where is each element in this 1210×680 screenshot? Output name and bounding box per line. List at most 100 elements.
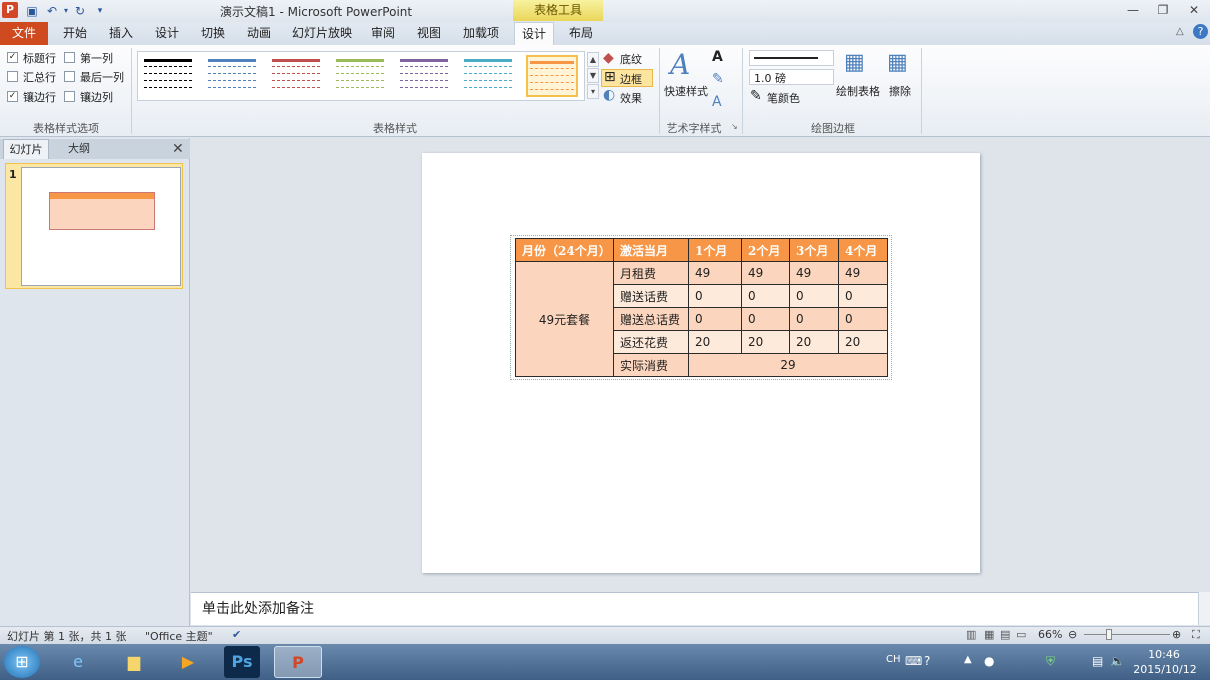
header-cell[interactable]: 2个月 xyxy=(741,238,790,262)
tab-table-design[interactable]: 设计 xyxy=(514,22,554,45)
table-cell[interactable]: 0 xyxy=(741,284,790,308)
table-style-swatch[interactable] xyxy=(270,55,322,97)
table-cell[interactable]: 0 xyxy=(688,284,742,308)
tab-animations[interactable]: 动画 xyxy=(240,22,278,45)
volume-icon[interactable]: 🔈 xyxy=(1110,654,1125,668)
merged-value-cell[interactable]: 29 xyxy=(688,353,888,377)
pricing-table[interactable]: 月份（24个月） 激活当月 1个月 2个月 3个月 4个月 49元套餐 月租费 … xyxy=(515,238,888,377)
network-icon[interactable]: ▤ xyxy=(1092,654,1103,668)
input-language[interactable]: CH xyxy=(886,654,901,665)
pen-color-button[interactable]: 笔颜色 xyxy=(767,90,800,106)
minimize-ribbon-icon[interactable]: △ xyxy=(1176,26,1184,37)
notes-placeholder[interactable]: 单击此处添加备注 xyxy=(202,598,314,618)
slideshow-view-icon[interactable]: ▭ xyxy=(1016,628,1026,641)
banded-columns-checkbox[interactable] xyxy=(64,91,75,102)
zoom-slider-thumb[interactable] xyxy=(1106,629,1112,640)
draw-table-icon[interactable]: ▦ xyxy=(844,50,865,75)
help-icon[interactable]: ? xyxy=(1193,24,1208,39)
table-cell[interactable]: 20 xyxy=(741,330,790,354)
header-cell[interactable]: 4个月 xyxy=(838,238,888,262)
media-player-icon[interactable]: ▶ xyxy=(168,646,208,678)
table-cell[interactable]: 0 xyxy=(838,284,888,308)
eraser-button[interactable]: 擦除 xyxy=(889,83,911,99)
table-style-swatch[interactable] xyxy=(334,55,386,97)
last-column-checkbox[interactable] xyxy=(64,71,75,82)
tab-transitions[interactable]: 切换 xyxy=(194,22,232,45)
save-icon[interactable]: ▣ xyxy=(24,3,40,19)
total-row-checkbox[interactable] xyxy=(7,71,18,82)
notes-pane[interactable] xyxy=(191,592,1200,625)
tab-file[interactable]: 文件 xyxy=(0,22,48,45)
help-tray-icon[interactable]: ? xyxy=(924,654,930,668)
table-cell[interactable]: 0 xyxy=(789,307,839,331)
gallery-more[interactable]: ▾ xyxy=(587,84,599,99)
zoom-in-icon[interactable]: ⊕ xyxy=(1172,628,1181,641)
effects-button[interactable]: 效果 xyxy=(620,90,642,106)
table-style-swatch[interactable] xyxy=(206,55,258,97)
zoom-level[interactable]: 66% xyxy=(1038,628,1062,641)
header-cell[interactable]: 激活当月 xyxy=(613,238,689,262)
row-name-cell[interactable]: 月租费 xyxy=(613,261,689,285)
table-cell[interactable]: 20 xyxy=(838,330,888,354)
show-hidden-icons-icon[interactable]: ▲ xyxy=(964,654,972,665)
tab-table-layout[interactable]: 布局 xyxy=(562,22,600,45)
text-effects-icon[interactable]: A xyxy=(712,94,722,110)
security-shield-icon[interactable]: ⛨ xyxy=(1046,654,1055,669)
table-style-swatch[interactable] xyxy=(142,55,194,97)
powerpoint-taskbar-icon[interactable]: P xyxy=(274,646,322,678)
header-cell[interactable]: 月份（24个月） xyxy=(515,238,614,262)
table-cell[interactable]: 20 xyxy=(688,330,742,354)
table-style-swatch[interactable] xyxy=(398,55,450,97)
row-name-cell[interactable]: 实际消费 xyxy=(613,353,689,377)
zoom-out-icon[interactable]: ⊖ xyxy=(1068,628,1077,641)
header-row-checkbox[interactable]: ✓ xyxy=(7,52,18,63)
clock-date[interactable]: 2015/10/12 xyxy=(1132,663,1198,676)
wordart-dialog-launcher-icon[interactable]: ↘ xyxy=(731,122,738,131)
header-cell[interactable]: 3个月 xyxy=(789,238,839,262)
table-cell[interactable]: 0 xyxy=(741,307,790,331)
photoshop-icon[interactable]: Ps xyxy=(224,646,260,678)
tab-view[interactable]: 视图 xyxy=(410,22,448,45)
powerpoint-app-icon[interactable]: P xyxy=(2,2,18,18)
tab-outline[interactable]: 大纲 xyxy=(52,139,106,159)
internet-explorer-icon[interactable]: e xyxy=(58,646,98,678)
table-cell[interactable]: 49 xyxy=(741,261,790,285)
tab-addins[interactable]: 加载项 xyxy=(456,22,506,45)
customize-quick-access-icon[interactable]: ▾ xyxy=(92,3,108,19)
start-button-icon[interactable]: ⊞ xyxy=(4,646,40,678)
table-style-swatch[interactable] xyxy=(462,55,514,97)
fit-to-window-icon[interactable]: ⛶ xyxy=(1192,628,1200,642)
tab-slides[interactable]: 幻灯片 xyxy=(3,139,49,159)
shading-button[interactable]: 底纹 xyxy=(620,51,642,67)
table-cell[interactable]: 0 xyxy=(838,307,888,331)
table-cell[interactable]: 49 xyxy=(838,261,888,285)
table-cell[interactable]: 0 xyxy=(789,284,839,308)
table-cell[interactable]: 49 xyxy=(789,261,839,285)
text-outline-icon[interactable]: ✎ xyxy=(712,71,724,87)
quick-styles-icon[interactable]: A xyxy=(670,48,690,81)
restore-icon[interactable]: ❐ xyxy=(1152,2,1174,18)
minimize-icon[interactable]: — xyxy=(1122,2,1144,18)
row-name-cell[interactable]: 赠送话费 xyxy=(613,284,689,308)
file-explorer-icon[interactable]: ▆ xyxy=(114,646,154,678)
eraser-icon[interactable]: ▦ xyxy=(887,50,908,75)
slide-sorter-icon[interactable]: ▦ xyxy=(984,628,994,641)
merged-plan-cell[interactable]: 49元套餐 xyxy=(515,261,614,377)
tab-home[interactable]: 开始 xyxy=(56,22,94,45)
redo-icon[interactable]: ↻ xyxy=(72,3,88,19)
row-name-cell[interactable]: 返还花费 xyxy=(613,330,689,354)
slide-thumbnail[interactable] xyxy=(21,167,181,286)
zoom-slider[interactable] xyxy=(1084,634,1170,635)
table-cell[interactable]: 20 xyxy=(789,330,839,354)
banded-rows-checkbox[interactable]: ✓ xyxy=(7,91,18,102)
draw-table-button[interactable]: 绘制表格 xyxy=(836,83,880,99)
quick-styles-button[interactable]: 快速样式 xyxy=(664,83,708,99)
tab-insert[interactable]: 插入 xyxy=(102,22,140,45)
tab-design[interactable]: 设计 xyxy=(148,22,186,45)
spell-check-icon[interactable]: ✔ xyxy=(232,628,241,641)
normal-view-icon[interactable]: ▥ xyxy=(966,628,976,641)
table-cell[interactable]: 49 xyxy=(688,261,742,285)
first-column-checkbox[interactable] xyxy=(64,52,75,63)
gallery-scroll-up[interactable]: ▲ xyxy=(587,52,599,67)
close-pane-icon[interactable]: ✕ xyxy=(172,141,184,157)
